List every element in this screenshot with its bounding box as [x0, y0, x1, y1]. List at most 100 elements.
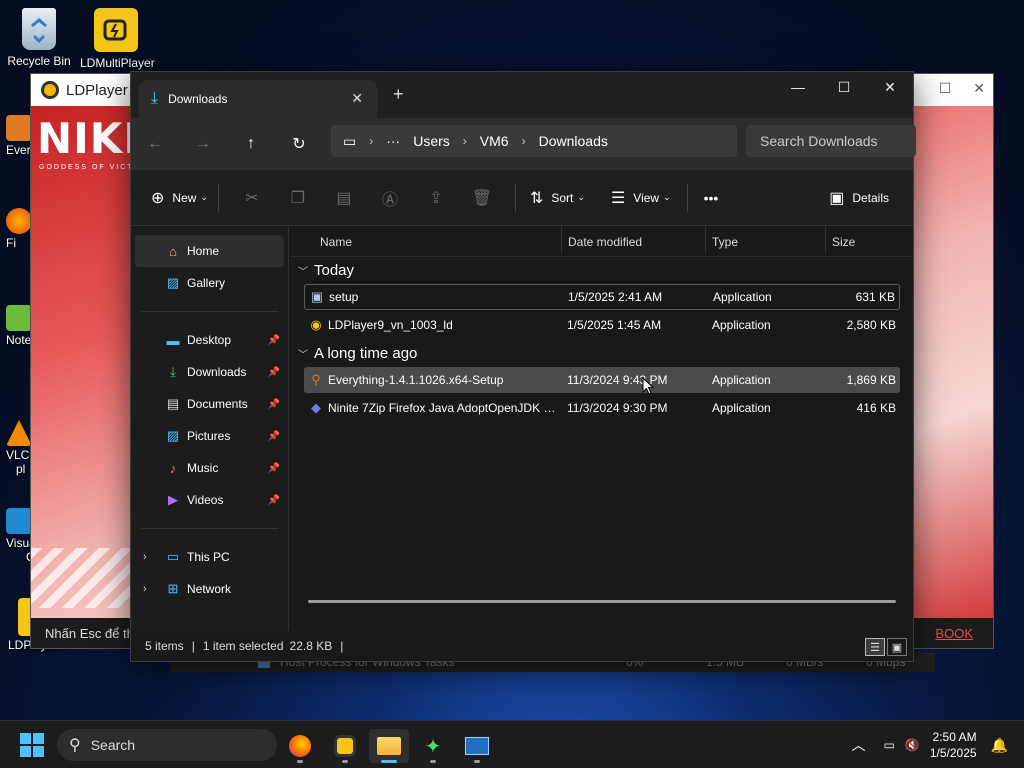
pin-icon[interactable]: 📌: [268, 399, 280, 410]
running-indicator: [342, 760, 348, 763]
taskbar-app-firefox[interactable]: [280, 729, 320, 763]
desktop-icon-ldmultiplayer[interactable]: LDMultiPlayer: [80, 8, 155, 70]
details-button[interactable]: ▣ Details: [829, 188, 889, 208]
file-row[interactable]: ◉ LDPlayer9_vn_1003_ld 1/5/2025 1:45 AM …: [304, 312, 900, 338]
nav-item-this-pc[interactable]: › ▭ This PC: [131, 541, 288, 573]
start-button[interactable]: [20, 733, 44, 757]
task-manager-icon: [465, 737, 489, 755]
taskbar-app-task-manager[interactable]: [457, 729, 497, 763]
group-label: Today: [314, 261, 355, 279]
new-tab-button[interactable]: +: [393, 84, 404, 105]
desktop-icon-vlc[interactable]: VLC pl: [6, 420, 32, 476]
pin-icon[interactable]: 📌: [268, 463, 280, 474]
nav-item-gallery[interactable]: ▨ Gallery: [131, 267, 288, 299]
volume-muted-icon[interactable]: 🔇: [905, 738, 920, 752]
pin-icon[interactable]: 📌: [268, 367, 280, 378]
chevron-up-icon[interactable]: ︿: [852, 735, 866, 755]
pin-icon[interactable]: 📌: [268, 495, 280, 506]
tab-downloads[interactable]: ⤓ Downloads ✕: [139, 80, 377, 118]
details-view-icon[interactable]: ☰: [865, 638, 885, 656]
firefox-icon: [289, 735, 311, 757]
more-options-button[interactable]: •••: [704, 190, 719, 206]
nav-item-desktop[interactable]: ▬ Desktop 📌: [131, 324, 288, 356]
network-icon[interactable]: ▭: [884, 738, 895, 752]
nav-label: Pictures: [187, 429, 231, 443]
chevron-down-icon: ⌄: [663, 192, 671, 202]
tab-title: Downloads: [168, 92, 228, 106]
taskbar-app-file-explorer[interactable]: [369, 729, 409, 763]
column-size[interactable]: Size: [832, 235, 855, 249]
pin-icon[interactable]: 📌: [268, 335, 280, 346]
share-icon[interactable]: ⇪: [413, 188, 459, 208]
ldplayer-facebook-link[interactable]: BOOK: [935, 626, 973, 641]
breadcrumb-vm6[interactable]: VM6: [480, 133, 509, 149]
new-button[interactable]: ⊕ New ⌄: [151, 188, 208, 208]
ldmultiplayer-icon: [94, 8, 138, 52]
up-arrow-icon[interactable]: ↑: [227, 135, 275, 153]
close-icon[interactable]: ✕: [973, 80, 985, 97]
group-header-a-long-time-ago[interactable]: ﹀ A long time ago: [290, 340, 913, 366]
nav-item-pictures[interactable]: ▨ Pictures 📌: [131, 420, 288, 452]
nav-item-documents[interactable]: ▤ Documents 📌: [131, 388, 288, 420]
maximize-icon[interactable]: ☐: [939, 80, 952, 97]
breadcrumb-users[interactable]: Users: [413, 133, 450, 149]
taskbar-search[interactable]: ⚲ Search: [57, 729, 277, 761]
chevron-right-icon: ›: [521, 134, 526, 148]
tab-close-icon[interactable]: ✕: [351, 90, 363, 107]
delete-icon[interactable]: 🗑: [459, 188, 505, 208]
desktop-icon-firefox[interactable]: Fi: [6, 208, 32, 250]
more-crumbs-icon[interactable]: ···: [386, 133, 400, 149]
nav-item-downloads[interactable]: ⤓ Downloads 📌: [131, 356, 288, 388]
desktop-icon-label: Ever: [6, 143, 31, 157]
breadcrumb-downloads[interactable]: Downloads: [539, 133, 608, 149]
divider: [561, 227, 562, 253]
chevron-right-icon: ›: [462, 134, 467, 148]
sort-button[interactable]: ⇅ Sort ⌄: [530, 188, 585, 208]
mouse-cursor-icon: [642, 377, 654, 395]
notification-bell-icon[interactable]: 🔔: [991, 737, 1008, 754]
file-explorer-window[interactable]: ⤓ Downloads ✕ + — ☐ ✕ ← → ↑ ↻ ▭ › ··· Us…: [130, 71, 916, 662]
monitor-icon[interactable]: ▭: [343, 133, 356, 150]
pin-icon[interactable]: 📌: [268, 431, 280, 442]
rename-icon[interactable]: Ⓐ: [367, 186, 413, 210]
file-row[interactable]: ⚲ Everything-1.4.1.1026.x64-Setup 11/3/2…: [304, 367, 900, 393]
column-name[interactable]: Name: [320, 235, 352, 249]
chevron-right-icon[interactable]: ›: [143, 551, 147, 563]
desktop-icon-recycle-bin[interactable]: Recycle Bin: [3, 8, 75, 68]
divider: [686, 183, 688, 212]
tiles-view-icon[interactable]: ▣: [887, 638, 907, 656]
nav-item-videos[interactable]: ▶ Videos 📌: [131, 484, 288, 516]
desktop-icon-notepad[interactable]: Note: [6, 305, 32, 347]
horizontal-scrollbar[interactable]: [308, 600, 896, 603]
copy-icon[interactable]: ❐: [275, 188, 321, 208]
column-type[interactable]: Type: [712, 235, 738, 249]
desktop-icon-everything[interactable]: Ever: [6, 115, 32, 157]
cut-icon[interactable]: ✂: [229, 188, 275, 208]
forward-arrow-icon[interactable]: →: [179, 135, 227, 153]
tab-bar[interactable]: ⤓ Downloads ✕ + — ☐ ✕: [131, 72, 913, 118]
paste-icon[interactable]: ▤: [321, 188, 367, 208]
chevron-right-icon[interactable]: ›: [143, 583, 147, 595]
nav-item-music[interactable]: ♪ Music 📌: [131, 452, 288, 484]
file-date: 11/3/2024 9:30 PM: [567, 401, 668, 415]
clock[interactable]: 2:50 AM 1/5/2025: [930, 729, 977, 761]
search-input[interactable]: Search Downloads: [746, 125, 916, 157]
minimize-button[interactable]: —: [775, 72, 821, 102]
maximize-button[interactable]: ☐: [821, 72, 867, 102]
taskbar-app-ldmultiplayer[interactable]: ✦: [413, 729, 453, 763]
back-arrow-icon[interactable]: ←: [131, 135, 179, 153]
file-row[interactable]: ▣ setup 1/5/2025 2:41 AM Application 631…: [304, 284, 900, 310]
breadcrumb[interactable]: ▭ › ··· Users › VM6 › Downloads: [331, 125, 737, 157]
nav-label: Downloads: [187, 365, 247, 379]
divider: [217, 183, 219, 212]
group-header-today[interactable]: ﹀ Today: [290, 257, 913, 283]
nav-item-home[interactable]: ⌂ Home: [135, 235, 284, 267]
refresh-icon[interactable]: ↻: [275, 134, 323, 154]
close-button[interactable]: ✕: [867, 72, 913, 102]
taskbar-app-ldplayer[interactable]: [325, 729, 365, 763]
file-row[interactable]: ◆ Ninite 7Zip Firefox Java AdoptOpenJDK …: [304, 395, 900, 421]
nav-item-network[interactable]: › ⊞ Network: [131, 573, 288, 605]
ninite-icon: ◆: [311, 400, 321, 415]
view-button[interactable]: ☰ View ⌄: [611, 188, 671, 208]
column-date[interactable]: Date modified: [568, 235, 642, 249]
